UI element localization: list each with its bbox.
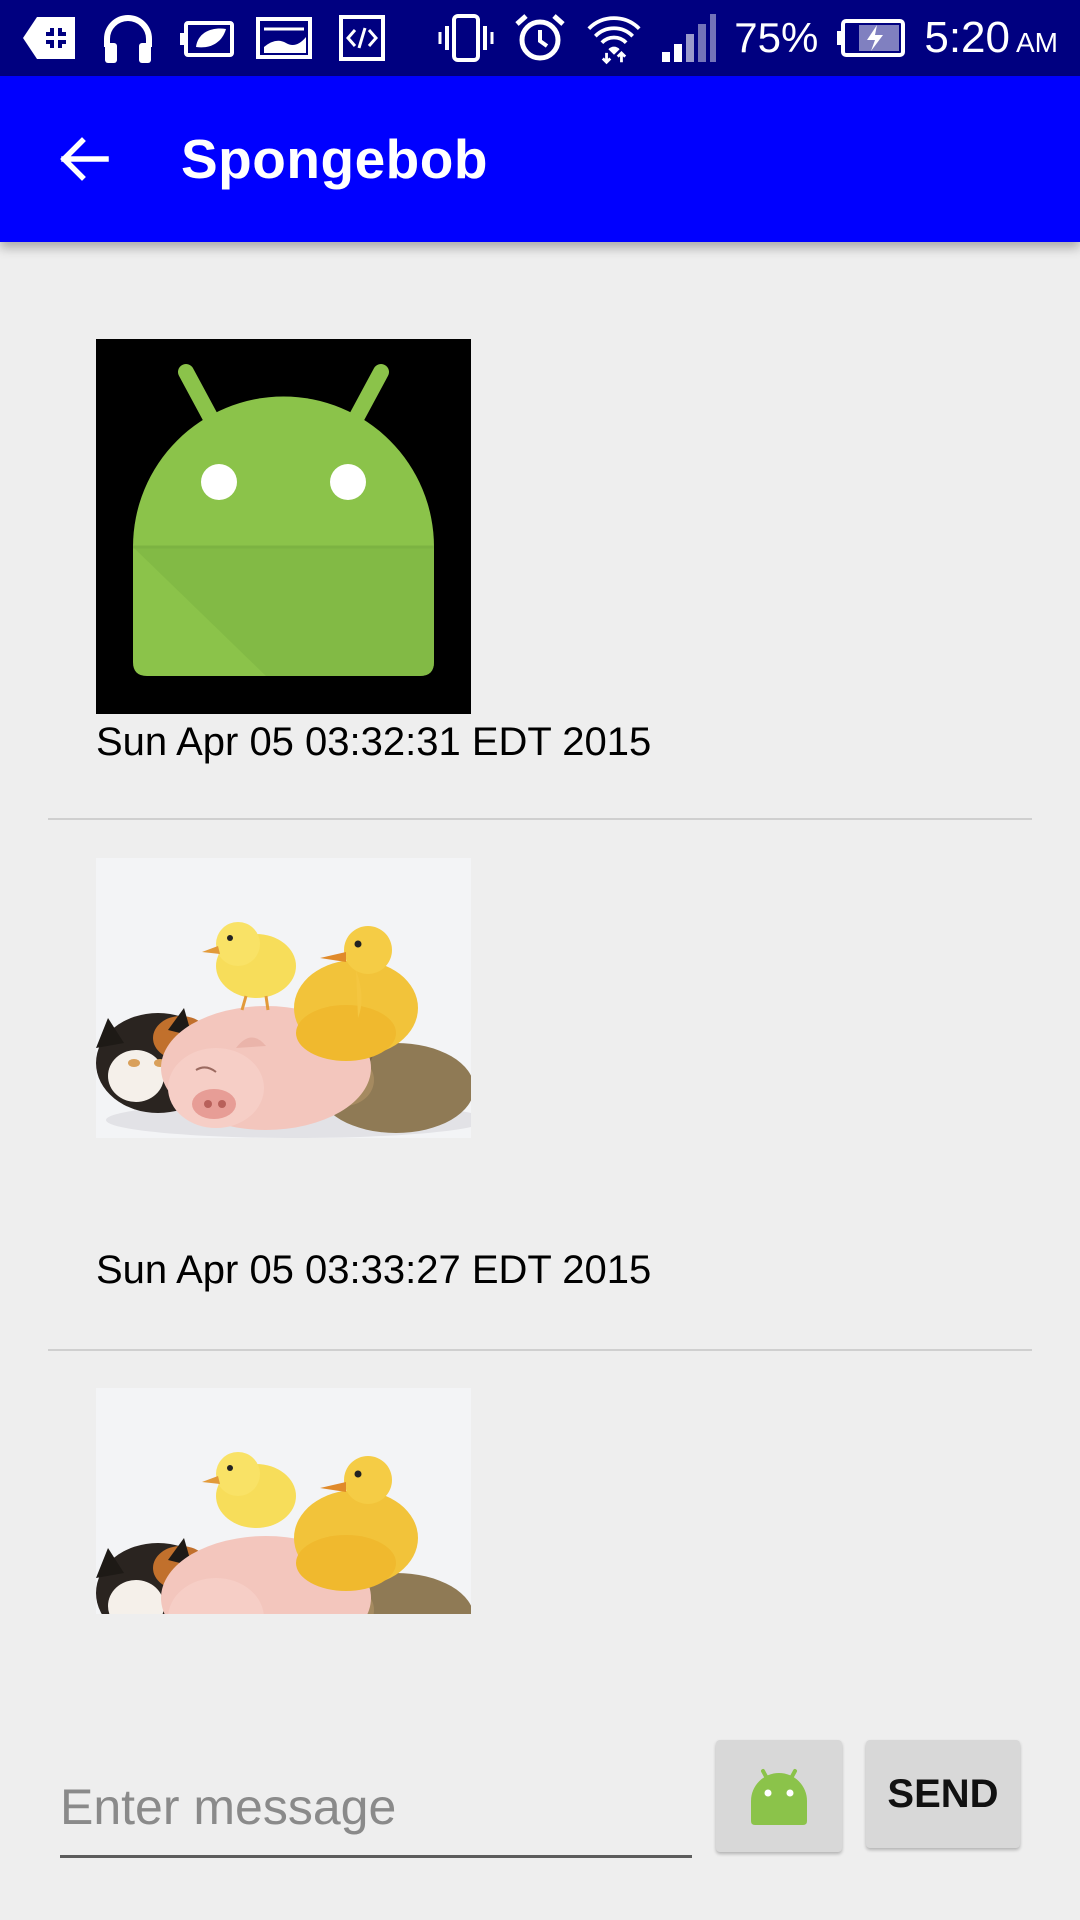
status-bar: 75% 5:20 AM (0, 0, 1080, 76)
android-debug-icon (22, 10, 78, 66)
alarm-icon (512, 10, 568, 66)
battery-charging-icon (836, 10, 906, 66)
signal-icon (660, 10, 717, 66)
animals-photo-image[interactable] (96, 1388, 471, 1614)
battery-percent: 75% (734, 14, 819, 61)
clock: 5:20 AM (924, 13, 1058, 63)
code-icon (334, 10, 390, 66)
wifi-icon (586, 10, 642, 66)
app-bar: Spongebob (0, 76, 1080, 242)
clock-time: 5:20 (924, 13, 1010, 62)
message-input[interactable] (60, 1758, 692, 1858)
message-composer: SEND (0, 1672, 1080, 1920)
message-item[interactable]: Sun Apr 05 03:32:31 EDT 2015 (0, 242, 1080, 820)
animals-photo-image[interactable] (96, 858, 471, 1138)
vibrate-icon (438, 10, 494, 66)
android-robot-image[interactable] (96, 339, 471, 714)
message-item[interactable] (0, 1350, 1080, 1672)
message-timestamp: Sun Apr 05 03:32:31 EDT 2015 (96, 720, 652, 764)
android-icon (751, 1769, 807, 1825)
back-button[interactable] (44, 119, 124, 199)
leaf-battery-icon (178, 10, 234, 66)
message-list[interactable]: Sun Apr 05 03:32:31 EDT 2015 Sun Apr 05 … (0, 242, 1080, 1672)
clock-ampm: AM (1016, 27, 1058, 58)
message-item[interactable]: Sun Apr 05 03:33:27 EDT 2015 (0, 820, 1080, 1351)
gallery-icon (256, 10, 312, 66)
arrow-back-icon (60, 137, 109, 181)
page-title: Spongebob (181, 128, 488, 190)
attach-image-button[interactable] (716, 1740, 842, 1852)
headphones-icon (100, 10, 156, 66)
message-timestamp: Sun Apr 05 03:33:27 EDT 2015 (96, 1248, 652, 1292)
send-button[interactable]: SEND (866, 1740, 1020, 1848)
